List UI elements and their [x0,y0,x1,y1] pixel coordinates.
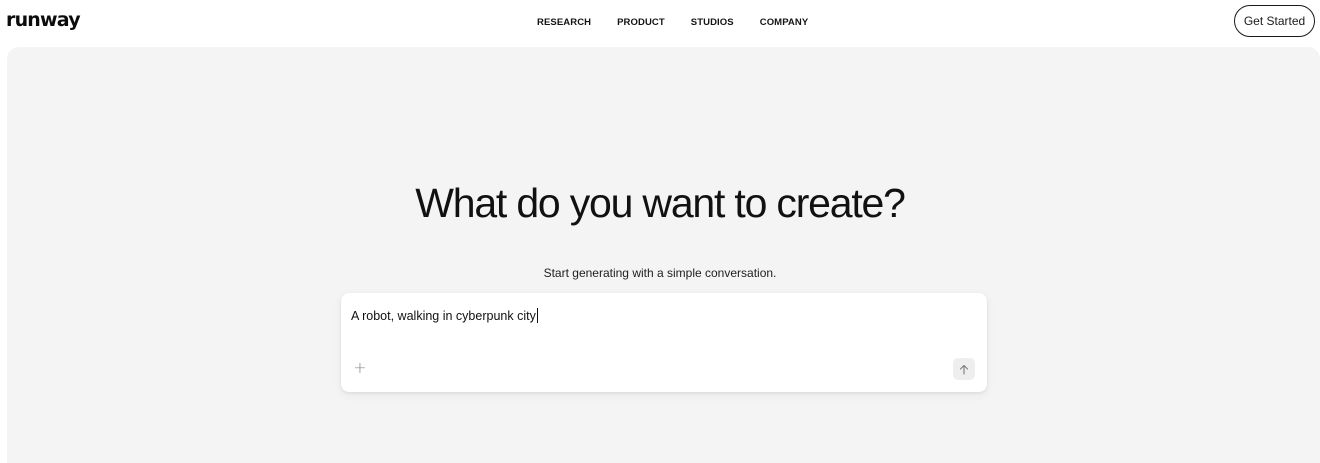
page-subheadline: Start generating with a simple conversat… [543,266,777,280]
main-nav: RESEARCH PRODUCT STUDIOS COMPANY [537,17,808,28]
arrow-up-icon [959,364,969,375]
plus-icon: + [353,357,367,377]
runway-logo[interactable]: runway [6,9,81,31]
text-caret [536,308,538,323]
top-navigation-bar: runway RESEARCH PRODUCT STUDIOS COMPANY … [0,0,1320,46]
prompt-input-value: A robot, walking in cyberpunk city [351,309,536,323]
nav-item-research[interactable]: RESEARCH [537,17,591,28]
nav-item-company[interactable]: COMPANY [760,17,809,28]
get-started-button[interactable]: Get Started [1234,5,1315,37]
hero-panel [7,47,1320,463]
add-attachment-button[interactable]: + [352,357,368,377]
nav-item-product[interactable]: PRODUCT [617,17,665,28]
nav-item-studios[interactable]: STUDIOS [691,17,734,28]
page-headline: What do you want to create? [415,180,906,226]
prompt-composer: A robot, walking in cyberpunk city + [341,293,987,392]
send-button[interactable] [953,358,975,380]
prompt-input[interactable]: A robot, walking in cyberpunk city [351,308,951,323]
